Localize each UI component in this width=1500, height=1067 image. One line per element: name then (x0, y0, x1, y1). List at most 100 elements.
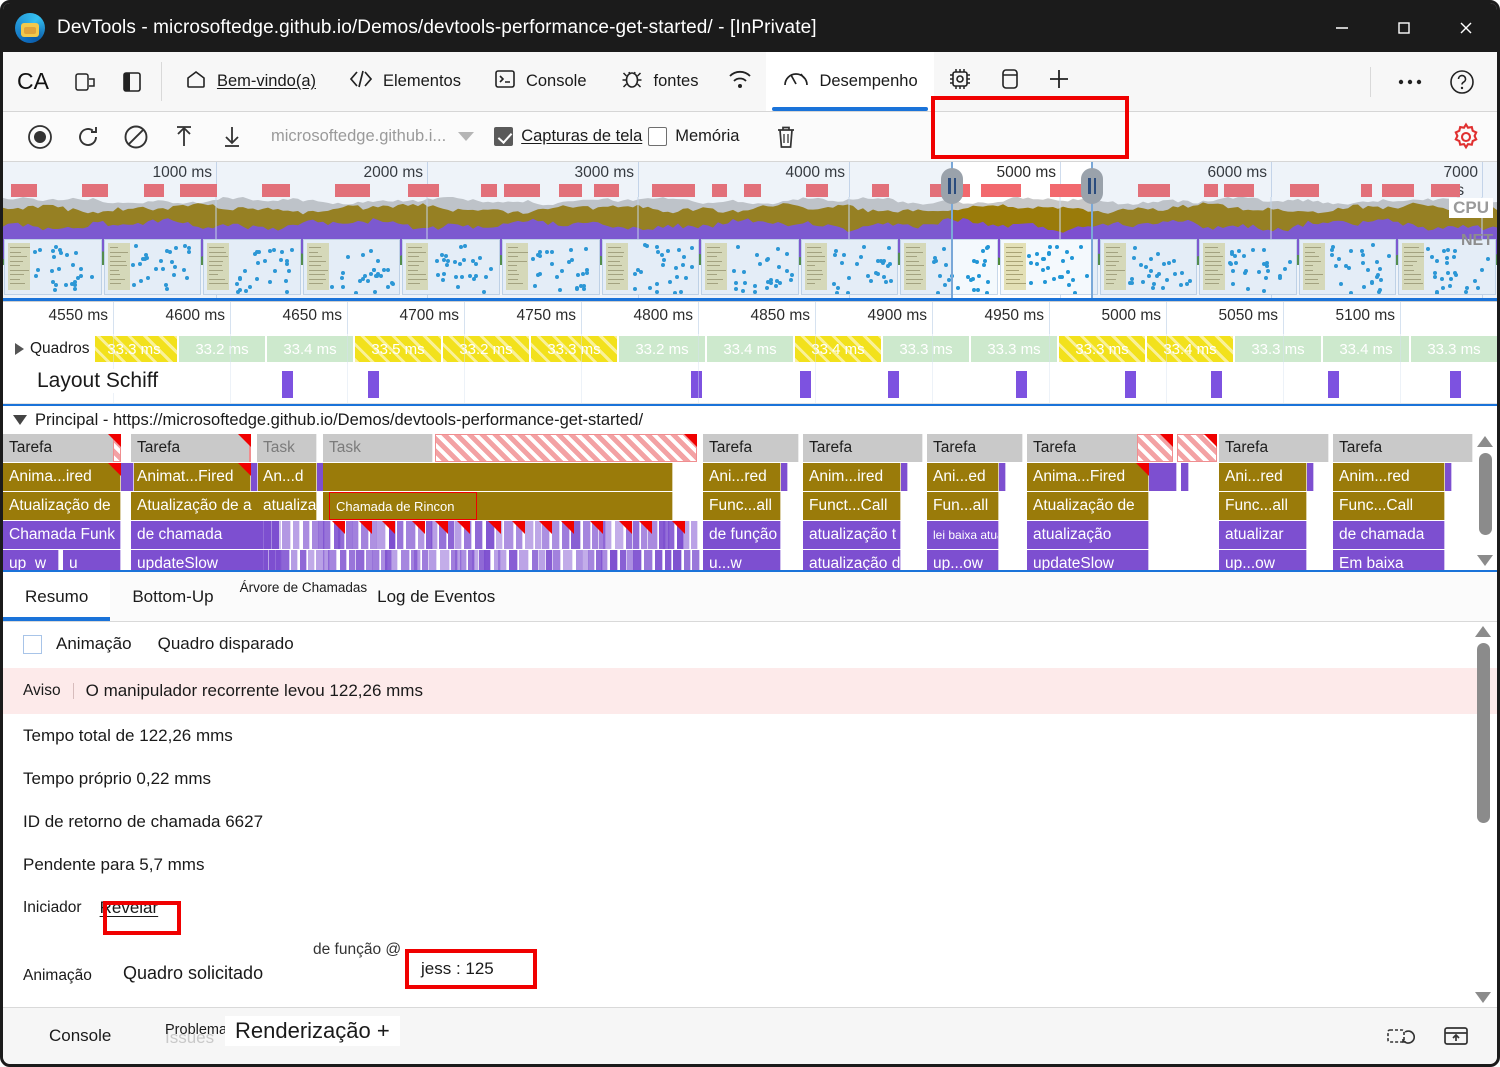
flame-micro-event[interactable] (448, 521, 455, 549)
scroll-thumb[interactable] (1476, 643, 1490, 823)
tab-elementos[interactable]: Elementos (332, 52, 477, 111)
layout-shift-bar[interactable] (1211, 371, 1222, 398)
drawer-renderizacao-tab[interactable]: Renderização + (225, 1016, 400, 1046)
selection-right-handle[interactable] (1081, 168, 1103, 204)
frame-bar[interactable]: 33.2 ms (443, 336, 529, 362)
clear-icon[interactable] (113, 117, 159, 157)
flame-micro-event[interactable] (644, 550, 653, 570)
frame-bar[interactable]: 33.4 ms (1147, 336, 1233, 362)
scroll-down-arrow[interactable] (1477, 555, 1493, 566)
flame-sliver[interactable] (901, 463, 908, 491)
flame-chart-canvas[interactable]: Tarefa Tarefa Task Task Tarefa Tarefa Tarefa Ta… (3, 434, 1497, 570)
flame-micro-event[interactable] (684, 550, 691, 570)
flame-animation-frame[interactable]: Anima...ired (3, 463, 121, 491)
flame-micro-event[interactable] (397, 521, 404, 549)
scroll-down-arrow[interactable] (1475, 992, 1491, 1003)
flame-micro-event[interactable] (340, 550, 347, 570)
flame-micro-event[interactable] (610, 550, 618, 570)
flame-update-call[interactable]: de função (703, 521, 781, 549)
flame-animation-frame[interactable]: Ani...ed (927, 463, 999, 491)
layout-shift-bar[interactable] (368, 371, 379, 398)
frames-row[interactable]: Quadros 33.4 ms 33.3 ms 33.2 ms 33.4 ms 33.5… (3, 334, 1497, 364)
flame-micro-event[interactable] (328, 550, 337, 570)
flame-function-call[interactable]: Atualização de (3, 492, 121, 520)
frame-bar[interactable]: 33.4 ms (267, 336, 353, 362)
flame-micro-event[interactable] (372, 550, 380, 570)
layout-shift-bar[interactable] (888, 371, 899, 398)
flame-micro-event[interactable] (300, 550, 307, 570)
tab-log-de-eventos[interactable]: Log de Eventos (371, 572, 517, 621)
flame-micro-event[interactable] (422, 550, 429, 570)
flame-sliver[interactable] (251, 463, 258, 491)
device-emulation-icon[interactable] (63, 52, 109, 111)
flame-micro-event[interactable] (349, 550, 356, 570)
flame-update-call[interactable]: lei baixa atualização (927, 521, 999, 549)
flame-micro-event[interactable] (401, 550, 410, 570)
summary-header[interactable]: Animação Quadro disparado (3, 622, 1497, 658)
flame-animation-frame[interactable]: Anima...Fired (1027, 463, 1149, 491)
drawer-console-tab[interactable]: Console (27, 1026, 133, 1046)
flame-update-slow[interactable]: u (63, 550, 121, 570)
ca-badge[interactable]: CA (3, 52, 63, 111)
flame-animation-frame[interactable]: An...d (257, 463, 317, 491)
memory-checkbox[interactable]: Memória (648, 127, 739, 146)
reload-record-icon[interactable] (65, 117, 111, 157)
help-icon[interactable] (1439, 68, 1485, 96)
tab-desempenho[interactable]: Desempenho (766, 52, 934, 111)
flame-chart[interactable]: Principal - https://microsoftedge.github… (3, 404, 1497, 572)
frame-bar[interactable]: 33.3 ms (1059, 336, 1145, 362)
capture-settings-gear-icon[interactable] (1449, 120, 1483, 159)
flame-micro-event[interactable] (601, 550, 608, 570)
flame-animation-frame[interactable]: Anim...red (1333, 463, 1445, 491)
flame-task[interactable]: Task (257, 434, 317, 462)
flame-animation-frame[interactable]: Anim...ired (803, 463, 901, 491)
flame-update-call[interactable]: Chamada Funk (3, 521, 121, 549)
flame-micro-event[interactable] (665, 550, 672, 570)
flame-micro-event[interactable] (356, 550, 365, 570)
tab-bem-vindo[interactable]: Bem-vindo(a) (168, 52, 332, 111)
frame-bar[interactable]: 33.3 ms (1235, 336, 1321, 362)
flame-micro-event[interactable] (546, 550, 553, 570)
flame-micro-event[interactable] (603, 521, 612, 549)
frame-bar[interactable]: 33.3 ms (883, 336, 969, 362)
upload-profile-icon[interactable] (161, 117, 207, 157)
layout-shift-bar[interactable] (1328, 371, 1339, 398)
flame-update-slow[interactable]: updateSlow (1027, 550, 1149, 570)
flame-sliver[interactable] (1307, 463, 1314, 491)
close-icon[interactable] (1435, 3, 1497, 52)
delete-icon[interactable] (763, 117, 809, 157)
flame-micro-event[interactable] (308, 550, 315, 570)
flame-micro-event[interactable] (588, 550, 595, 570)
flame-update-call[interactable]: atualizar (1219, 521, 1307, 549)
flame-update-call[interactable]: atualização (1027, 521, 1149, 549)
layout-shift-bar[interactable] (282, 371, 293, 398)
toggle-sidebar-icon[interactable] (109, 52, 155, 111)
layout-shift-bar[interactable] (1450, 371, 1461, 398)
flame-rincon-label[interactable]: Chamada de Rincon (329, 492, 477, 520)
more-options-icon[interactable] (1387, 78, 1433, 86)
flame-micro-event[interactable] (475, 521, 483, 549)
flame-micro-event[interactable] (655, 550, 663, 570)
flame-update-slow[interactable]: up_w (3, 550, 59, 570)
flame-micro-event[interactable] (323, 521, 331, 549)
flame-update-call[interactable]: de chamada (1333, 521, 1445, 549)
flame-micro-event[interactable] (633, 550, 642, 570)
frame-bar[interactable]: 33.4 ms (707, 336, 793, 362)
tab-bottom-up[interactable]: Bottom-Up (110, 572, 235, 621)
flame-task[interactable]: Tarefa (3, 434, 121, 462)
flame-micro-event[interactable] (440, 550, 450, 570)
download-profile-icon[interactable] (209, 117, 255, 157)
tab-application[interactable] (986, 52, 1034, 111)
flame-micro-event[interactable] (539, 550, 546, 570)
tab-fontes[interactable]: fontes (603, 52, 715, 111)
flame-function-call[interactable]: atualização (257, 492, 317, 520)
timeline-overview[interactable]: 1000 ms 2000 ms 3000 ms 4000 ms 5000 ms … (3, 162, 1497, 302)
frame-bar[interactable]: 33.3 ms (971, 336, 1057, 362)
screenshots-checkbox[interactable]: Capturas de tela (494, 127, 642, 146)
flame-micro-event[interactable] (273, 521, 280, 549)
flame-selected-band[interactable] (323, 463, 673, 491)
flame-micro-event[interactable] (352, 521, 359, 549)
flame-micro-event[interactable] (673, 550, 682, 570)
profile-url-dropdown[interactable]: microsoftedge.github.i... (271, 127, 475, 146)
flame-micro-event[interactable] (532, 550, 539, 570)
